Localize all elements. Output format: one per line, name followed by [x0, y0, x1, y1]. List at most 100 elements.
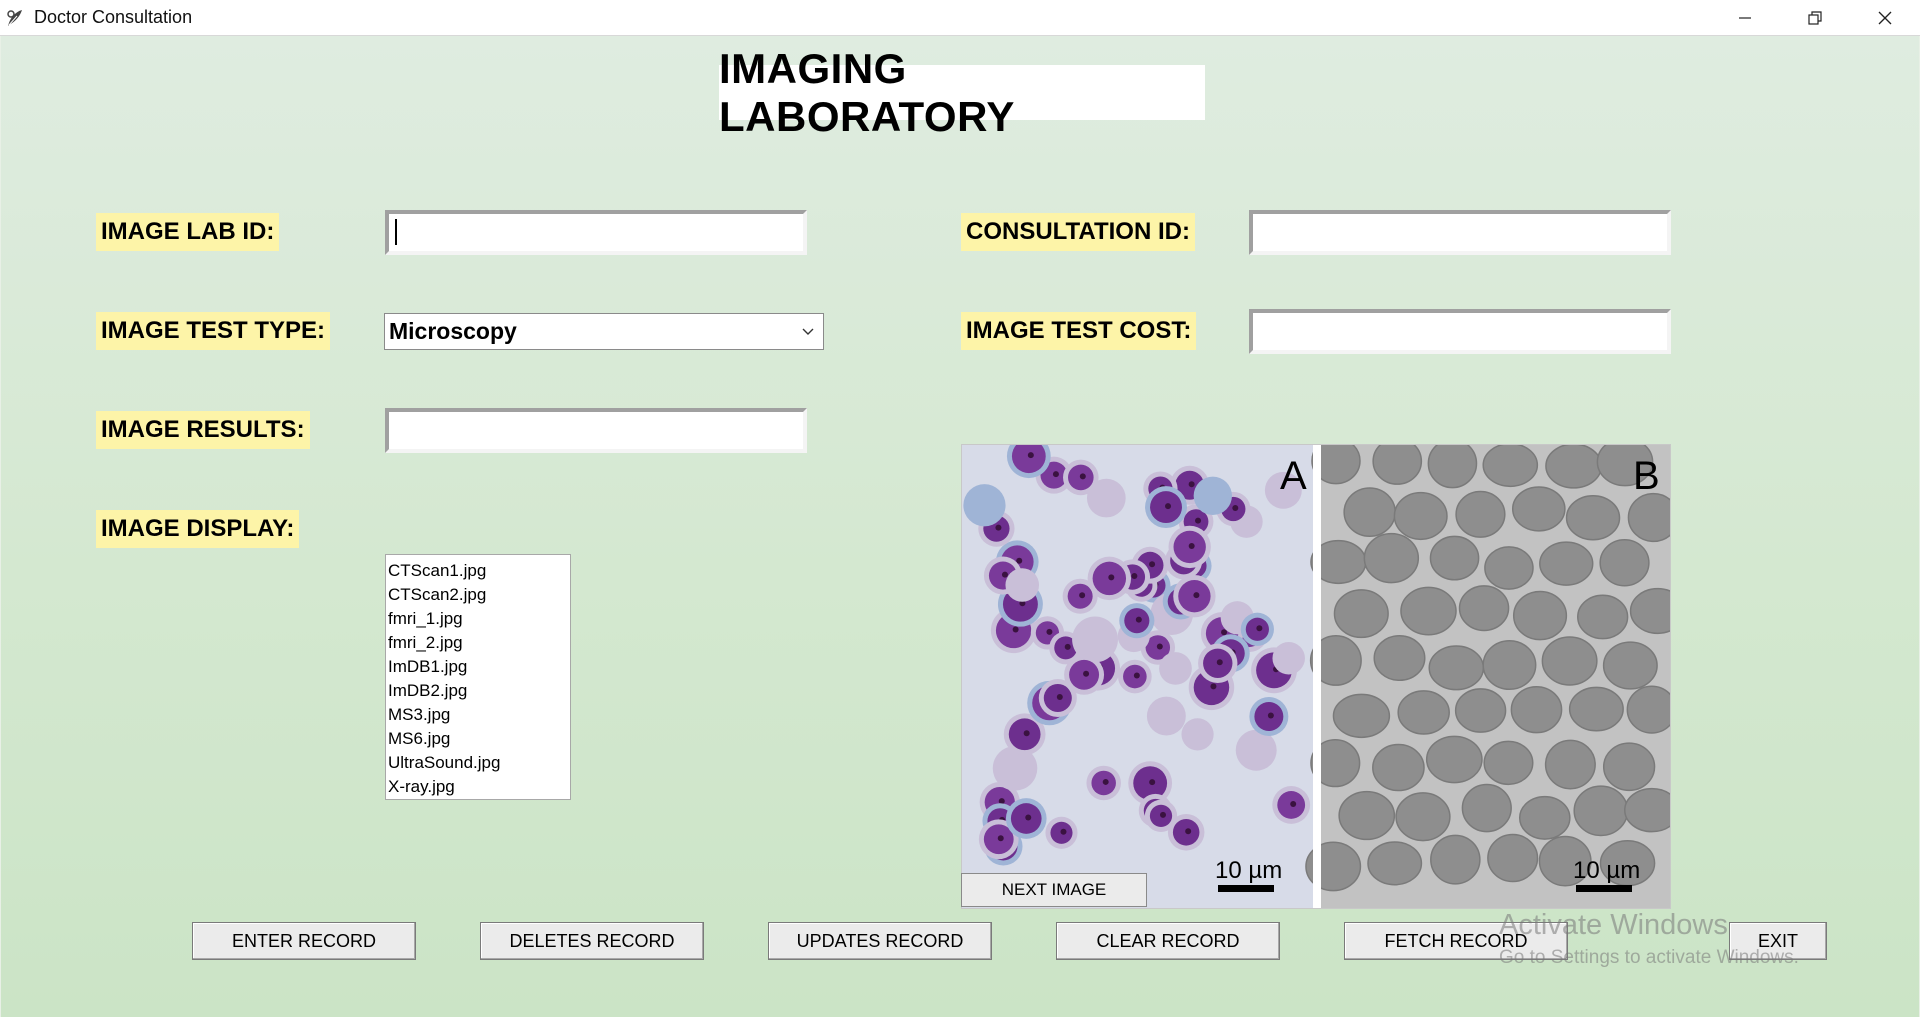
window-titlebar: Doctor Consultation [0, 0, 1920, 36]
cell-dot [1195, 517, 1202, 524]
red-blood-cell [1397, 690, 1450, 735]
update-record-button[interactable]: UPDATES RECORD [768, 922, 992, 960]
red-blood-cell [1395, 792, 1451, 842]
image-test-type-select[interactable]: Microscopy [384, 313, 824, 350]
minimize-button[interactable] [1710, 0, 1780, 36]
list-item[interactable]: MS3.jpg [388, 703, 570, 727]
panel-a-label: A [1280, 454, 1307, 498]
red-blood-cell [1510, 685, 1563, 734]
list-item[interactable]: fmri_1.jpg [388, 607, 570, 631]
cell-dot [1135, 616, 1142, 623]
image-display-panel: A B 10 µm 10 µm [961, 444, 1671, 909]
client-area: IMAGING LABORATORY IMAGE LAB ID: IMAGE T… [1, 36, 1919, 1017]
red-blood-cell [1568, 686, 1624, 732]
chevron-down-icon[interactable] [793, 314, 823, 349]
cell-dot [995, 524, 1002, 531]
red-blood-cell [1458, 585, 1510, 632]
cell-halo [1193, 476, 1232, 515]
cell-dot [1016, 557, 1023, 564]
restore-icon [1808, 11, 1822, 25]
red-blood-cell [1461, 783, 1512, 833]
cell-dot [1133, 672, 1140, 679]
cell-dot [1193, 592, 1200, 599]
scale-a-text: 10 µm [1215, 857, 1282, 884]
red-blood-cell [1626, 685, 1670, 734]
enter-record-button[interactable]: ENTER RECORD [192, 922, 416, 960]
list-item[interactable]: CTScan1.jpg [388, 559, 570, 583]
window-title: Doctor Consultation [34, 7, 193, 27]
exit-button[interactable]: EXIT [1729, 922, 1827, 960]
image-test-cost-label: IMAGE TEST COST: [961, 312, 1197, 350]
cell-dot [1056, 694, 1063, 701]
red-blood-cell [1539, 541, 1594, 586]
cell-dot [1156, 643, 1163, 650]
red-blood-cell [1332, 693, 1391, 739]
cell-dot [1108, 574, 1115, 581]
cell-halo [1005, 568, 1040, 602]
red-blood-cell [1482, 640, 1537, 691]
cell-dot [1188, 481, 1195, 488]
red-blood-cell [1544, 739, 1596, 790]
red-blood-cell [1363, 532, 1420, 584]
image-file-list[interactable]: CTScan1.jpg CTScan2.jpg fmri_1.jpg fmri_… [385, 554, 571, 800]
red-blood-cell [1333, 589, 1389, 639]
close-button[interactable] [1850, 0, 1920, 36]
red-blood-cell [1367, 841, 1423, 886]
image-test-type-label: IMAGE TEST TYPE: [96, 312, 331, 350]
cell-dot [1102, 778, 1109, 785]
cell-dot [1149, 561, 1156, 568]
fetch-record-button[interactable]: FETCH RECORD [1344, 922, 1568, 960]
cell-dot [1027, 452, 1034, 459]
restore-button[interactable] [1780, 0, 1850, 36]
cell-dot [1046, 628, 1053, 635]
red-blood-cell [1372, 445, 1423, 485]
red-blood-cell [1602, 641, 1658, 690]
red-blood-cell [1565, 495, 1621, 541]
image-lab-id-label: IMAGE LAB ID: [96, 213, 280, 251]
image-results-label: IMAGE RESULTS: [96, 411, 310, 449]
list-item[interactable]: ImDB2.jpg [388, 679, 570, 703]
red-blood-cell [1338, 790, 1396, 841]
red-blood-cell [1627, 492, 1670, 543]
red-blood-cell [1512, 590, 1568, 641]
cell-dot [1256, 625, 1263, 632]
cell-dot [1160, 811, 1166, 818]
cell-dot [1012, 626, 1019, 633]
delete-record-button[interactable]: DELETES RECORD [480, 922, 704, 960]
cell-dot [1025, 814, 1032, 821]
red-blood-cell [1373, 635, 1426, 682]
cell-halo [1146, 696, 1186, 736]
red-blood-cell [1425, 735, 1483, 784]
clear-record-button[interactable]: CLEAR RECORD [1056, 922, 1280, 960]
red-blood-cell [1428, 645, 1485, 691]
cell-dot [1083, 670, 1090, 677]
red-blood-cell [1455, 490, 1506, 538]
cell-halo [1159, 652, 1192, 685]
image-test-cost-input[interactable] [1249, 309, 1671, 354]
cell-dot [1064, 643, 1071, 650]
panel-b-label: B [1633, 454, 1660, 498]
list-item[interactable]: MS6.jpg [388, 727, 570, 751]
cell-dot [1290, 800, 1297, 807]
red-blood-cell [1427, 445, 1478, 489]
list-item[interactable]: fmri_2.jpg [388, 631, 570, 655]
consultation-id-input[interactable] [1249, 210, 1671, 255]
image-results-input[interactable] [385, 408, 807, 453]
cell-dot [1060, 828, 1067, 835]
list-item[interactable]: X-ray.jpg [388, 775, 570, 799]
next-image-button[interactable]: NEXT IMAGE [961, 873, 1147, 907]
list-item[interactable]: UltraSound.jpg [388, 751, 570, 775]
cell-dot [1149, 779, 1156, 786]
cell-dot [1185, 828, 1192, 835]
red-blood-cell [1624, 787, 1670, 833]
list-item[interactable]: CTScan2.jpg [388, 583, 570, 607]
image-lab-id-input[interactable] [385, 210, 807, 255]
list-item[interactable]: ImDB1.jpg [388, 655, 570, 679]
page-title: IMAGING LABORATORY [719, 45, 1205, 140]
cell-dot [1267, 712, 1274, 719]
red-blood-cell [1541, 636, 1598, 686]
red-blood-cell [1429, 535, 1480, 581]
cell-dot [1023, 730, 1030, 737]
cell-halo [963, 484, 1006, 527]
cell-dot [1188, 542, 1195, 549]
